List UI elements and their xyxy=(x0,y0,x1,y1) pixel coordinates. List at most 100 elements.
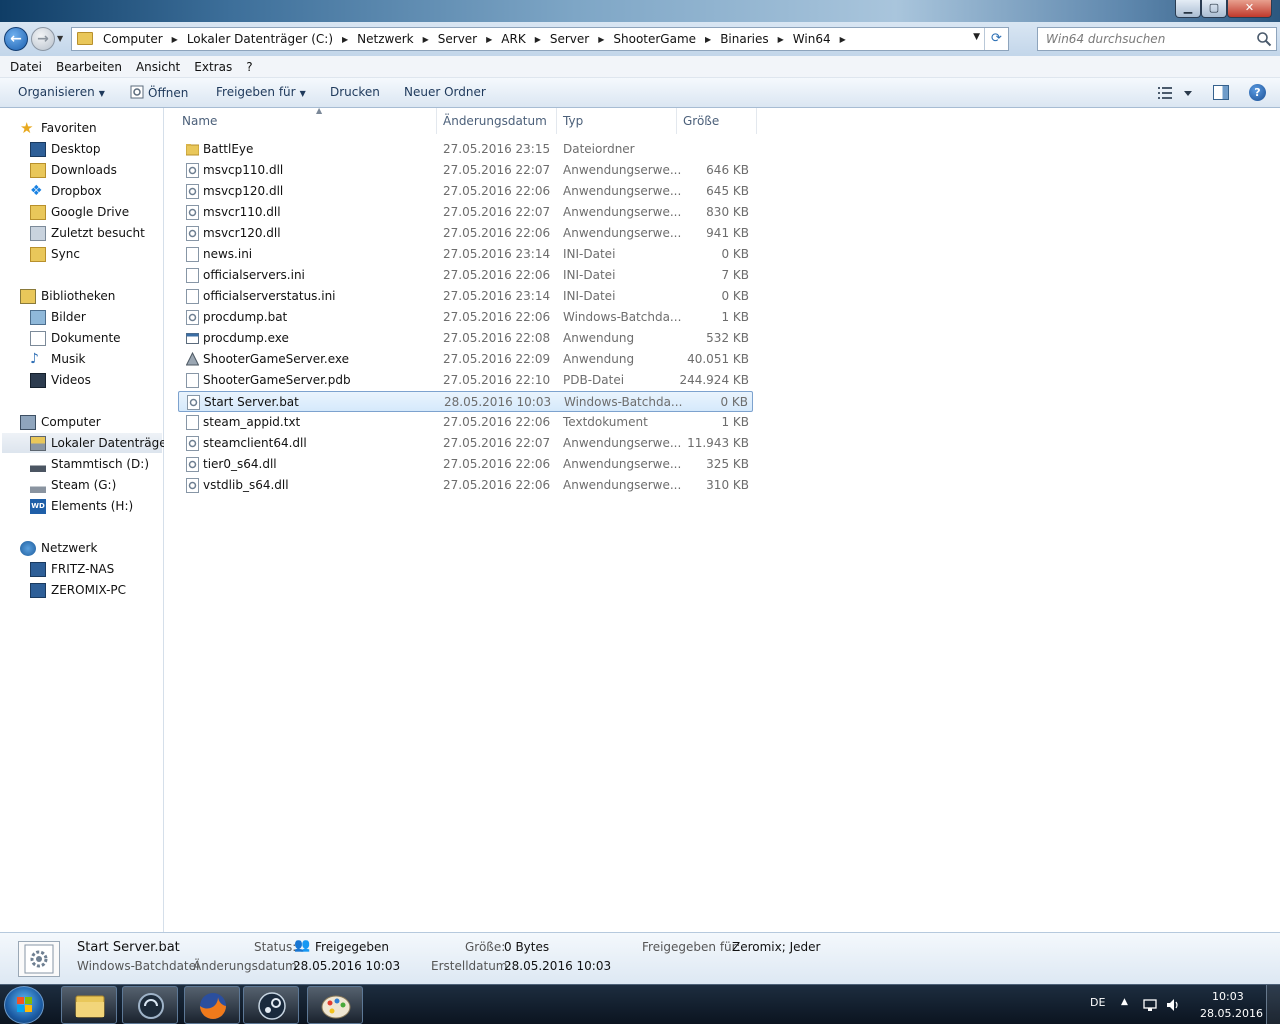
taskbar-steam[interactable] xyxy=(243,986,299,1024)
title-bar[interactable]: ▁ ▢ ✕ xyxy=(0,0,1280,22)
nav-documents[interactable]: Dokumente xyxy=(30,328,121,348)
taskbar-firefox[interactable] xyxy=(184,986,240,1024)
table-row[interactable]: procdump.bat 27.05.2016 22:06 Windows-Batc… xyxy=(178,307,753,328)
breadcrumb-chevron-icon[interactable]: ▶ xyxy=(417,35,435,44)
table-row[interactable]: steamclient64.dll 27.05.2016 22:07 Anwendu… xyxy=(178,433,753,454)
clock-date[interactable]: 28.05.2016 xyxy=(1200,1007,1263,1020)
minimize-button[interactable]: ▁ xyxy=(1175,0,1201,18)
nav-pictures[interactable]: Bilder xyxy=(30,307,86,327)
nav-drive-d[interactable]: Stammtisch (D:) xyxy=(30,454,149,474)
maximize-button[interactable]: ▢ xyxy=(1201,0,1227,18)
breadcrumb-chevron-icon[interactable]: ▶ xyxy=(336,35,354,44)
breadcrumb-chevron-icon[interactable]: ▶ xyxy=(480,35,498,44)
help-button[interactable]: ? xyxy=(1249,84,1266,101)
print-button[interactable]: Drucken xyxy=(330,85,380,99)
table-row[interactable]: steam_appid.txt 27.05.2016 22:06 Textdokum… xyxy=(178,412,753,433)
nav-desktop[interactable]: Desktop xyxy=(30,139,101,159)
nav-sync[interactable]: Sync xyxy=(30,244,80,264)
table-row[interactable]: msvcr120.dll 27.05.2016 22:06 Anwendungser… xyxy=(178,223,753,244)
table-row[interactable]: Start Server.bat 28.05.2016 10:03 Windows-… xyxy=(178,391,753,412)
recent-pages-dropdown[interactable]: ▼ xyxy=(57,34,63,43)
table-row[interactable]: procdump.exe 27.05.2016 22:08 Anwendung 532… xyxy=(178,328,753,349)
breadcrumb-chevron-icon[interactable]: ▶ xyxy=(834,35,852,44)
table-row[interactable]: ShooterGameServer.pdb 27.05.2016 22:10 PDB… xyxy=(178,370,753,391)
breadcrumb-segment[interactable]: Win64 xyxy=(790,32,834,46)
column-divider[interactable] xyxy=(756,108,757,134)
nav-music[interactable]: ♪ Musik xyxy=(30,349,86,369)
column-divider[interactable] xyxy=(436,108,437,134)
breadcrumb-segment[interactable]: Lokaler Datenträger (C:) xyxy=(184,32,336,46)
taskbar-app-circle[interactable] xyxy=(122,986,178,1024)
breadcrumb-segment[interactable]: ARK xyxy=(498,32,528,46)
open-button[interactable]: Öffnen xyxy=(130,85,188,100)
table-row[interactable]: officialserverstatus.ini 27.05.2016 23:14… xyxy=(178,286,753,307)
menu-edit[interactable]: Bearbeiten xyxy=(49,60,129,74)
table-row[interactable]: officialservers.ini 27.05.2016 22:06 INI-D… xyxy=(178,265,753,286)
tray-overflow-icon[interactable]: ▲ xyxy=(1121,997,1128,1007)
nav-dropbox[interactable]: ❖ Dropbox xyxy=(30,181,102,201)
volume-icon[interactable] xyxy=(1165,997,1181,1013)
nav-downloads[interactable]: Downloads xyxy=(30,160,117,180)
share-with-button[interactable]: Freigeben für ▼ xyxy=(216,85,306,99)
search-icon[interactable] xyxy=(1256,31,1272,47)
breadcrumb-chevron-icon[interactable]: ▶ xyxy=(592,35,610,44)
column-date[interactable]: Änderungsdatum xyxy=(443,114,547,128)
breadcrumb-chevron-icon[interactable]: ▶ xyxy=(699,35,717,44)
nav-network[interactable]: Netzwerk xyxy=(20,538,97,558)
table-row[interactable]: msvcp120.dll 27.05.2016 22:06 Anwendungser… xyxy=(178,181,753,202)
tray-language[interactable]: DE xyxy=(1090,996,1105,1009)
table-row[interactable]: ShooterGameServer.exe 27.05.2016 22:09 Anw… xyxy=(178,349,753,370)
breadcrumb-chevron-icon[interactable]: ▶ xyxy=(529,35,547,44)
breadcrumb[interactable]: Computer ▶ Lokaler Datenträger (C:) ▶ Netzwe… xyxy=(100,28,852,50)
breadcrumb-chevron-icon[interactable]: ▶ xyxy=(166,35,184,44)
table-row[interactable]: vstdlib_s64.dll 27.05.2016 22:06 Anwendung… xyxy=(178,475,753,496)
nav-recent[interactable]: Zuletzt besucht xyxy=(30,223,145,243)
table-row[interactable]: news.ini 27.05.2016 23:14 INI-Datei 0 KB xyxy=(178,244,753,265)
taskbar-explorer[interactable] xyxy=(61,986,117,1024)
nav-libraries[interactable]: Bibliotheken xyxy=(20,286,115,306)
preview-pane-button[interactable] xyxy=(1213,85,1229,100)
close-button[interactable]: ✕ xyxy=(1227,0,1272,18)
breadcrumb-segment[interactable]: Binaries xyxy=(717,32,771,46)
menu-view[interactable]: Ansicht xyxy=(129,60,187,74)
breadcrumb-segment[interactable]: Server xyxy=(547,32,592,46)
organize-button[interactable]: Organisieren ▼ xyxy=(18,85,105,99)
change-view-button[interactable] xyxy=(1158,86,1198,103)
nav-drive-h[interactable]: WD Elements (H:) xyxy=(30,496,133,516)
nav-computer[interactable]: Computer xyxy=(20,412,101,432)
nav-google-drive[interactable]: Google Drive xyxy=(30,202,129,222)
column-divider[interactable] xyxy=(556,108,557,134)
menu-file[interactable]: Datei xyxy=(3,60,49,74)
back-button[interactable]: ← xyxy=(4,27,28,51)
nav-favorites[interactable]: ★ Favoriten xyxy=(20,118,97,138)
breadcrumb-segment[interactable]: Netzwerk xyxy=(354,32,416,46)
breadcrumb-segment[interactable]: ShooterGame xyxy=(610,32,699,46)
show-desktop-button[interactable] xyxy=(1266,985,1280,1024)
table-row[interactable]: tier0_s64.dll 27.05.2016 22:06 Anwendungse… xyxy=(178,454,753,475)
nav-fritz-nas[interactable]: FRITZ-NAS xyxy=(30,559,114,579)
start-button[interactable] xyxy=(4,986,44,1024)
new-folder-button[interactable]: Neuer Ordner xyxy=(404,85,486,99)
nav-videos[interactable]: Videos xyxy=(30,370,91,390)
breadcrumb-segment[interactable]: Computer xyxy=(100,32,166,46)
nav-zeromix-pc[interactable]: ZEROMIX-PC xyxy=(30,580,126,600)
address-bar[interactable]: Computer ▶ Lokaler Datenträger (C:) ▶ Netzwe… xyxy=(71,27,1009,51)
table-row[interactable]: msvcr110.dll 27.05.2016 22:07 Anwendungser… xyxy=(178,202,753,223)
table-row[interactable]: msvcp110.dll 27.05.2016 22:07 Anwendungser… xyxy=(178,160,753,181)
menu-help[interactable]: ? xyxy=(239,60,259,74)
table-row[interactable]: BattlEye 27.05.2016 23:15 Dateiordner xyxy=(178,139,753,160)
column-size[interactable]: Größe xyxy=(683,114,719,128)
address-history-dropdown[interactable]: ▼ xyxy=(973,32,980,42)
forward-button[interactable]: → xyxy=(31,27,55,51)
action-center-flag-icon[interactable] xyxy=(1142,997,1158,1013)
column-name[interactable]: Name xyxy=(182,114,217,128)
search-box[interactable] xyxy=(1037,27,1277,51)
breadcrumb-segment[interactable]: Server xyxy=(435,32,480,46)
column-divider[interactable] xyxy=(676,108,677,134)
menu-tools[interactable]: Extras xyxy=(187,60,239,74)
refresh-button[interactable]: ⟳ xyxy=(984,28,1008,50)
nav-drive-g[interactable]: Steam (G:) xyxy=(30,475,116,495)
clock-time[interactable]: 10:03 xyxy=(1212,990,1244,1003)
column-type[interactable]: Typ xyxy=(563,114,583,128)
taskbar-paint[interactable] xyxy=(307,986,363,1024)
